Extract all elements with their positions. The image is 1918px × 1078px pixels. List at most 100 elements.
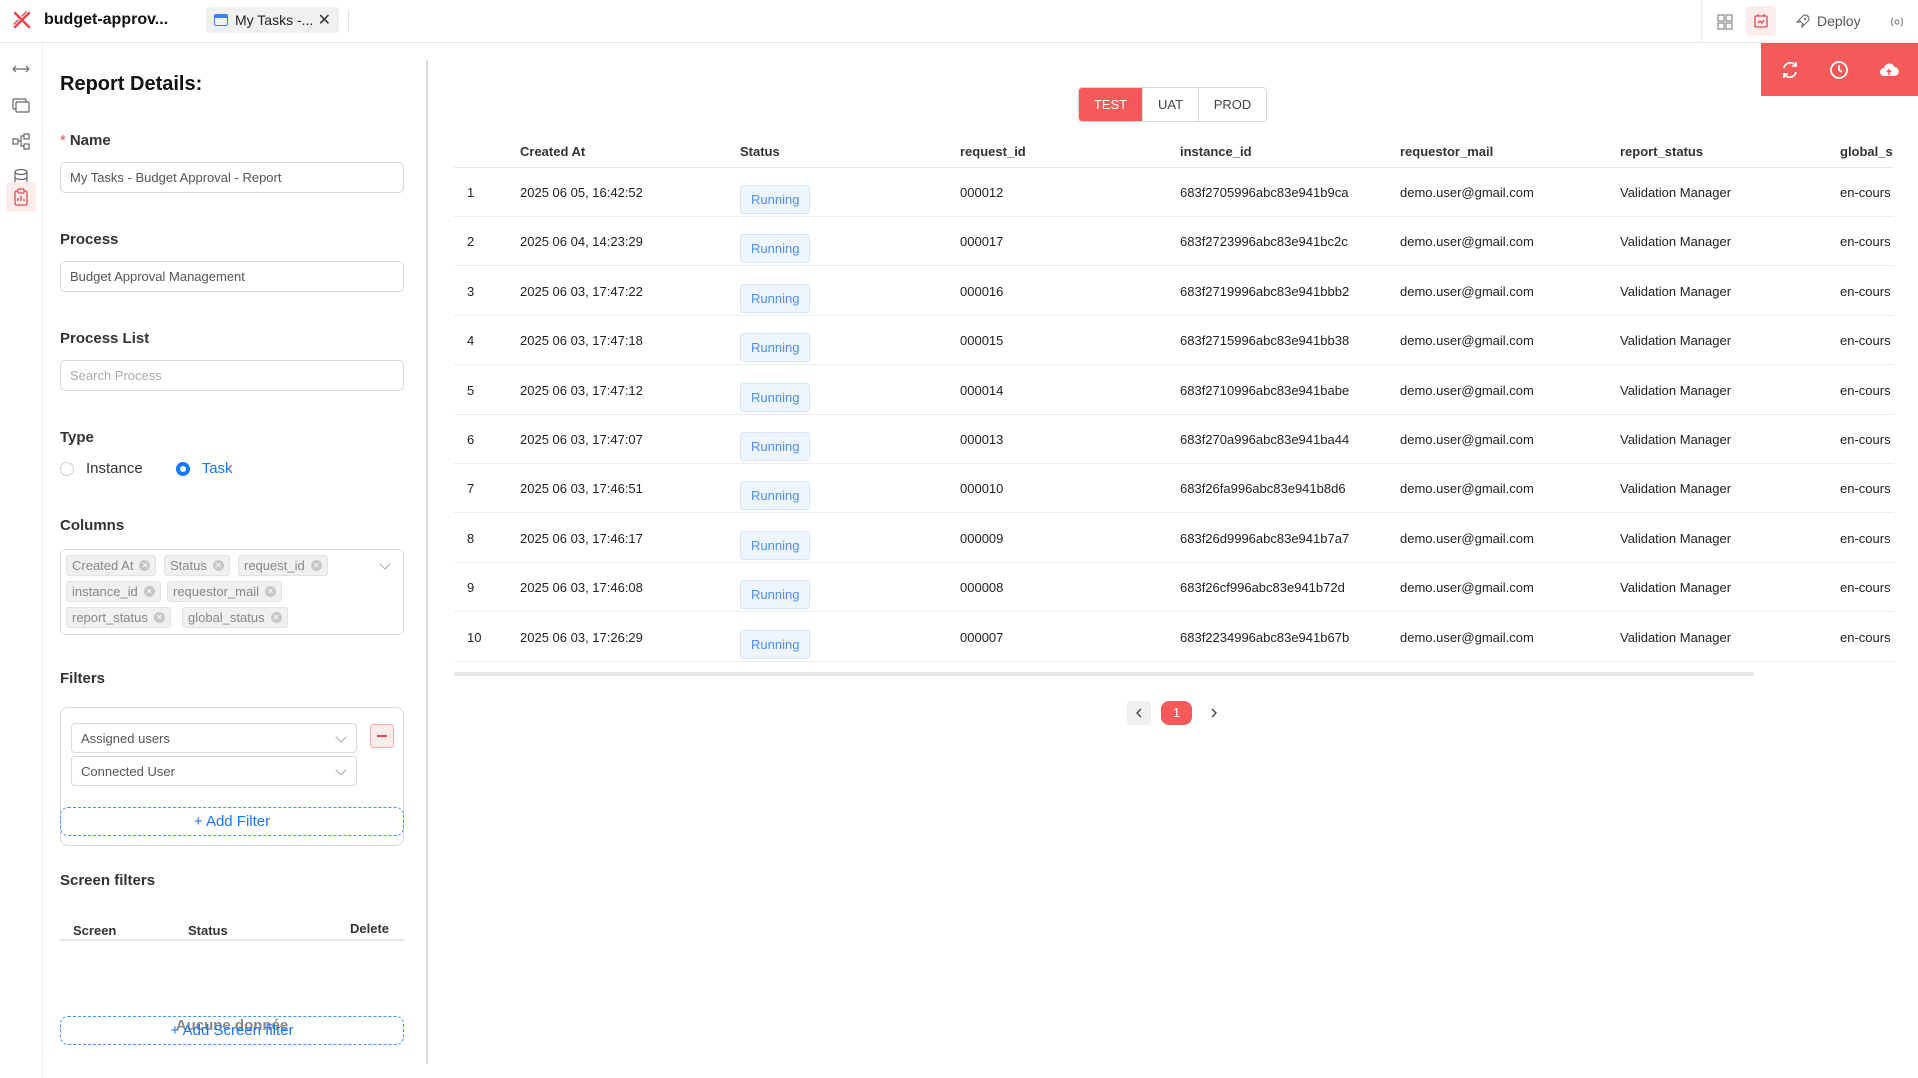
top-bar: budget-approv... My Tasks -... ✕ Deploy — [0, 0, 1918, 43]
columns-multiselect[interactable]: Created At ✕ Status ✕ request_id ✕ instance… — [60, 549, 404, 635]
filter-value-select[interactable]: Connected User — [71, 756, 357, 786]
status-badge: Running — [740, 283, 811, 313]
workflow-icon[interactable] — [6, 126, 36, 156]
table-row[interactable]: 2 2025 06 04, 14:23:29 Running 000017 683f27… — [454, 217, 1894, 267]
chevron-down-icon[interactable] — [379, 558, 391, 570]
table-row[interactable]: 7 2025 06 03, 17:46:51 Running 000010 683f26… — [454, 464, 1894, 514]
table-row[interactable]: 10 2025 06 03, 17:26:29 Running 000007 683f2… — [454, 613, 1894, 662]
column-tag[interactable]: report_status ✕ — [66, 607, 171, 628]
column-tag-label: instance_id — [72, 584, 138, 599]
cell-created-at: 2025 06 04, 14:23:29 — [520, 234, 643, 250]
remove-icon[interactable]: ✕ — [143, 586, 155, 597]
left-rail — [0, 43, 43, 1078]
remove-icon[interactable]: ✕ — [265, 586, 276, 597]
process-field[interactable]: Budget Approval Management — [60, 261, 404, 292]
panel-resize-handle[interactable] — [426, 60, 428, 1064]
report-icon[interactable] — [6, 182, 36, 212]
header-global-status[interactable]: global_s — [1840, 144, 1893, 159]
cell-instance-id: 683f270a996abc83e941ba44 — [1180, 432, 1350, 447]
report-details-panel: Report Details: * Name My Tasks - Budget … — [43, 43, 428, 1078]
add-filter-button[interactable]: + Add Filter — [60, 807, 404, 836]
tab-my-tasks[interactable]: My Tasks -... ✕ — [206, 7, 339, 33]
table-row[interactable]: 8 2025 06 03, 17:46:17 Running 000009 683f26… — [454, 514, 1894, 563]
header-report-status[interactable]: report_status — [1620, 144, 1703, 159]
horizontal-scrollbar[interactable] — [454, 672, 1754, 676]
column-tag[interactable]: instance_id ✕ — [66, 581, 161, 602]
table-row[interactable]: 9 2025 06 03, 17:46:08 Running 000008 683f26… — [454, 563, 1894, 613]
remove-icon[interactable]: ✕ — [139, 560, 151, 571]
deploy-button[interactable]: Deploy — [1795, 8, 1861, 34]
prev-page-button[interactable] — [1127, 701, 1151, 725]
delete-column-header: Delete — [350, 921, 390, 936]
column-tag-label: global_status — [188, 610, 265, 625]
row-index: 8 — [467, 530, 475, 546]
cell-created-at: 2025 06 03, 17:46:08 — [520, 580, 643, 596]
remove-filter-button[interactable] — [370, 724, 394, 748]
remove-icon[interactable]: ✕ — [212, 560, 224, 571]
status-column-header: Status — [188, 923, 228, 938]
name-field[interactable]: My Tasks - Budget Approval - Report — [60, 162, 404, 193]
remove-icon[interactable]: ✕ — [153, 612, 165, 623]
header-created-at[interactable]: Created At — [520, 144, 585, 159]
header-status[interactable]: Status — [740, 144, 780, 159]
radio-task-label[interactable]: Task — [202, 460, 233, 477]
column-tag[interactable]: global_status ✕ — [182, 607, 288, 628]
table-row[interactable]: 4 2025 06 03, 17:47:18 Running 000015 683f27… — [454, 316, 1894, 366]
header-instance-id[interactable]: instance_id — [1180, 144, 1252, 159]
add-screen-filter-button[interactable]: + Add Screen filter — [60, 1016, 404, 1045]
close-icon[interactable]: ✕ — [318, 10, 331, 30]
forms-icon[interactable] — [6, 90, 36, 120]
cell-global-status: en-cours — [1840, 530, 1891, 546]
table-row[interactable]: 6 2025 06 03, 17:47:07 Running 000013 683f27… — [454, 415, 1894, 464]
header-requestor-mail[interactable]: requestor_mail — [1400, 144, 1493, 159]
cell-report-status: Validation Manager — [1620, 432, 1732, 447]
expand-arrows-icon[interactable] — [6, 54, 36, 84]
next-page-button[interactable] — [1202, 701, 1226, 725]
remove-icon[interactable]: ✕ — [310, 560, 322, 571]
radio-instance[interactable] — [60, 461, 74, 476]
report-view-icon[interactable] — [1746, 6, 1776, 36]
cell-global-status: en-cours — [1840, 333, 1891, 349]
table-row[interactable]: 1 2025 06 05, 16:42:52 Running 000012 683f27… — [454, 168, 1894, 217]
column-tag[interactable]: Created At ✕ — [66, 555, 157, 576]
cell-requestor-mail: demo.user@gmail.com — [1400, 580, 1534, 596]
column-tag[interactable]: Status ✕ — [164, 555, 230, 576]
env-test[interactable]: TEST — [1079, 88, 1143, 121]
chevron-right-icon — [1211, 708, 1217, 718]
remove-icon[interactable]: ✕ — [270, 612, 282, 623]
filter-field-select[interactable]: Assigned users — [71, 723, 357, 753]
cell-report-status: Validation Manager — [1620, 530, 1732, 546]
status-badge: Running — [740, 530, 811, 560]
table-row[interactable]: 3 2025 06 03, 17:47:22 Running 000016 683f27… — [454, 267, 1894, 316]
page-number[interactable]: 1 — [1161, 701, 1192, 725]
refresh-icon[interactable] — [1779, 59, 1801, 81]
radio-instance-label[interactable]: Instance — [86, 460, 143, 477]
process-search-input[interactable]: Search Process — [60, 360, 404, 391]
header-request-id[interactable]: request_id — [960, 144, 1026, 159]
toolbar-divider — [1701, 0, 1702, 43]
process-label: Process — [60, 231, 119, 248]
app-title[interactable]: budget-approv... — [44, 11, 168, 29]
cell-request-id: 000008 — [960, 580, 1004, 596]
cell-instance-id: 683f2710996abc83e941babe — [1180, 382, 1350, 398]
cell-global-status: en-cours — [1840, 283, 1891, 299]
broadcast-icon[interactable] — [1886, 11, 1908, 33]
cell-instance-id: 683f2705996abc83e941b9ca — [1180, 185, 1349, 200]
type-radio-group: Instance Task — [60, 460, 266, 477]
column-tag[interactable]: requestor_mail ✕ — [167, 581, 282, 602]
status-badge: Running — [740, 481, 811, 511]
cell-instance-id: 683f2234996abc83e941b67b — [1180, 629, 1350, 645]
history-icon[interactable] — [1828, 59, 1850, 81]
tab-divider — [348, 10, 349, 32]
table-row[interactable]: 5 2025 06 03, 17:47:12 Running 000014 683f27… — [454, 366, 1894, 415]
name-label-text: Name — [69, 132, 111, 149]
radio-task[interactable] — [175, 461, 190, 476]
env-prod[interactable]: PROD — [1199, 88, 1266, 121]
grid-icon[interactable] — [1714, 11, 1736, 33]
cloud-upload-icon[interactable] — [1878, 59, 1900, 81]
cell-instance-id: 683f26d9996abc83e941b7a7 — [1180, 530, 1350, 546]
status-badge: Running — [740, 629, 811, 659]
cell-instance-id: 683f26fa996abc83e941b8d6 — [1180, 481, 1346, 497]
env-uat[interactable]: UAT — [1143, 88, 1199, 121]
column-tag[interactable]: request_id ✕ — [238, 555, 328, 576]
